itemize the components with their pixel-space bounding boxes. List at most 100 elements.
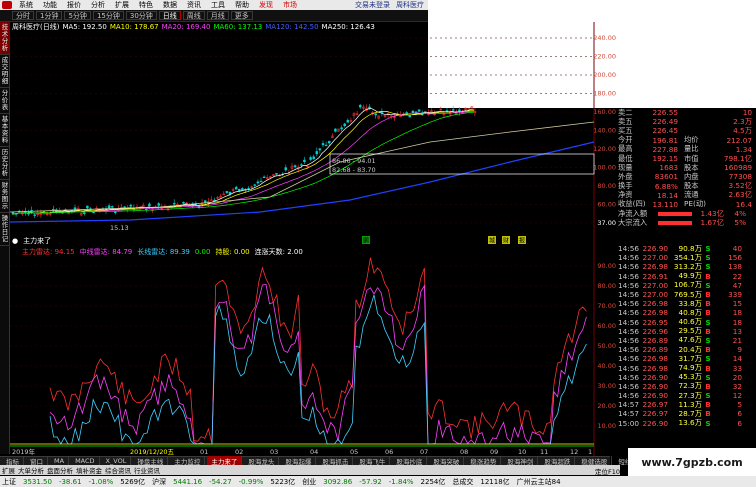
quote-value: 196.81 (652, 135, 678, 145)
left-tab[interactable]: 成交明细 (0, 55, 10, 88)
menu-item[interactable]: 扩展 (110, 0, 134, 10)
trade-count: 18 (732, 317, 742, 327)
indicator-label: 持股: (215, 248, 232, 256)
menu-item[interactable]: 资讯 (182, 0, 206, 10)
indicator-axis-label: 10.00 (597, 422, 616, 430)
left-tab[interactable]: 技术分析 (0, 22, 10, 55)
price-axis-label: 180.00 (593, 90, 616, 98)
indicator-toggle-icon[interactable]: ● (12, 237, 18, 245)
period-button[interactable]: 分时 (12, 11, 34, 20)
trade-count: 15 (732, 299, 742, 309)
bottom-tab[interactable]: 行业资讯 (134, 465, 160, 475)
index-label[interactable]: 上证 (2, 477, 16, 487)
flow-bar (658, 220, 692, 225)
left-tab[interactable]: 基本资料 (0, 114, 10, 147)
trade-time: 14:56 (618, 299, 640, 309)
trade-count: 13 (732, 326, 742, 336)
menu-item[interactable]: 特色 (134, 0, 158, 10)
trade-direction: B (705, 381, 711, 391)
menu-right-item[interactable]: 周科医疗 (396, 0, 424, 10)
index-change: -54.27 (209, 477, 232, 486)
date-label: 09 (490, 448, 498, 456)
indicator-tab[interactable]: MACD (71, 457, 100, 465)
trade-count: 18 (732, 308, 742, 318)
candle-body (414, 111, 418, 113)
menu-item[interactable]: 帮助 (230, 0, 254, 10)
date-label: 11 (540, 448, 548, 456)
period-button[interactable]: 更多 (230, 11, 253, 20)
date-label: 06 (385, 448, 393, 456)
ma120-label: MA120: 142.50 (265, 23, 319, 31)
period-button[interactable]: 15分钟 (92, 11, 124, 20)
date-label: 03 (270, 448, 278, 456)
trade-count: 32 (732, 381, 742, 391)
quote-value2: 160989 (724, 163, 752, 173)
bottom-tab[interactable]: 综合资讯 (105, 465, 131, 475)
ma20-label: MA20: 169.40 (161, 23, 211, 31)
left-tab[interactable]: 分价表 (0, 88, 10, 114)
candle-body (324, 144, 328, 147)
period-button[interactable]: 30分钟 (125, 11, 157, 20)
trade-time: 14:56 (618, 271, 640, 281)
index-label[interactable]: 创业 (302, 477, 316, 487)
bottom-tab[interactable]: 扩展 (2, 465, 15, 475)
menu-item[interactable]: 发现 (254, 0, 278, 10)
trade-direction: B (705, 290, 711, 300)
trade-direction: B (705, 326, 711, 336)
menu-item[interactable]: 分析 (86, 0, 110, 10)
period-button[interactable]: 日线 (158, 11, 181, 20)
menu-item[interactable]: 数据 (158, 0, 182, 10)
indicator-axis-label: 90.00 (597, 262, 616, 270)
candle-body (114, 211, 117, 213)
menu-item[interactable]: 工具 (206, 0, 230, 10)
trade-count: 6 (737, 418, 742, 428)
mid-radar-line (49, 283, 587, 445)
candle-body (321, 143, 325, 146)
bottom-tab[interactable]: 填补资金 (76, 465, 102, 475)
menu-item[interactable]: 功能 (38, 0, 62, 10)
indicator-legend-item: 持股: 0.00 (215, 247, 249, 257)
indicator-tab[interactable]: X_VOL (102, 457, 132, 465)
trade-time: 14:56 (618, 372, 640, 382)
trade-direction: S (705, 335, 711, 345)
trade-price: 226.90 (642, 391, 668, 401)
range-label: 86.86 - 94.01 (332, 157, 376, 165)
event-marker-label: 鹏 (363, 237, 369, 245)
ma250-line (10, 121, 595, 213)
bottom-tab[interactable]: 大单分析 (18, 465, 44, 475)
indicator-label: 长线雷达: (137, 248, 168, 256)
trade-direction: B (705, 299, 711, 309)
candle-body (110, 206, 114, 208)
flow-row: 大宗流入 1.67亿 5% (618, 218, 756, 228)
period-button[interactable]: 周线 (182, 11, 205, 20)
bottom-tab[interactable]: 盘面分析 (47, 465, 73, 475)
date-label: 05 (350, 448, 358, 456)
menu-item[interactable]: 报价 (62, 0, 86, 10)
left-tab[interactable]: 财务图示 (0, 180, 10, 213)
date-label: 02 (235, 448, 243, 456)
left-tab[interactable]: 历史分析 (0, 147, 10, 180)
indicator-tab[interactable]: MA (50, 457, 70, 465)
trade-price: 226.96 (642, 326, 668, 336)
trade-price: 226.98 (642, 363, 668, 373)
trade-time: 14:56 (618, 335, 640, 345)
left-tab[interactable]: 操作日记 (0, 213, 10, 246)
candle-body (411, 110, 415, 113)
index-amount: 2254亿 (420, 477, 446, 486)
candle-body (408, 115, 412, 118)
menu-item[interactable]: 系统 (14, 0, 38, 10)
index-pct: -0.99% (238, 477, 264, 486)
indicator-chart[interactable]: 90.00 80.00 70.00 60.00 50.00 40.00 30.00 20.00… (10, 234, 618, 456)
trade-direction: B (705, 400, 711, 410)
period-button[interactable]: 1分钟 (36, 11, 63, 20)
menu-right: 交易未登录 周科医疗 (355, 0, 428, 10)
price-chart[interactable]: 240.00 220.00 200.00 180.00 160.00 140.00 120.… (10, 22, 618, 234)
trade-direction: S (705, 372, 711, 382)
menu-right-item[interactable]: 交易未登录 (355, 0, 390, 10)
index-label[interactable]: 沪深 (152, 477, 166, 487)
period-button[interactable]: 5分钟 (64, 11, 91, 20)
trade-time: 14:56 (618, 253, 640, 263)
period-button[interactable]: 月线 (206, 11, 229, 20)
menu-item[interactable]: 市场 (278, 0, 302, 10)
trade-time: 14:56 (618, 363, 640, 373)
